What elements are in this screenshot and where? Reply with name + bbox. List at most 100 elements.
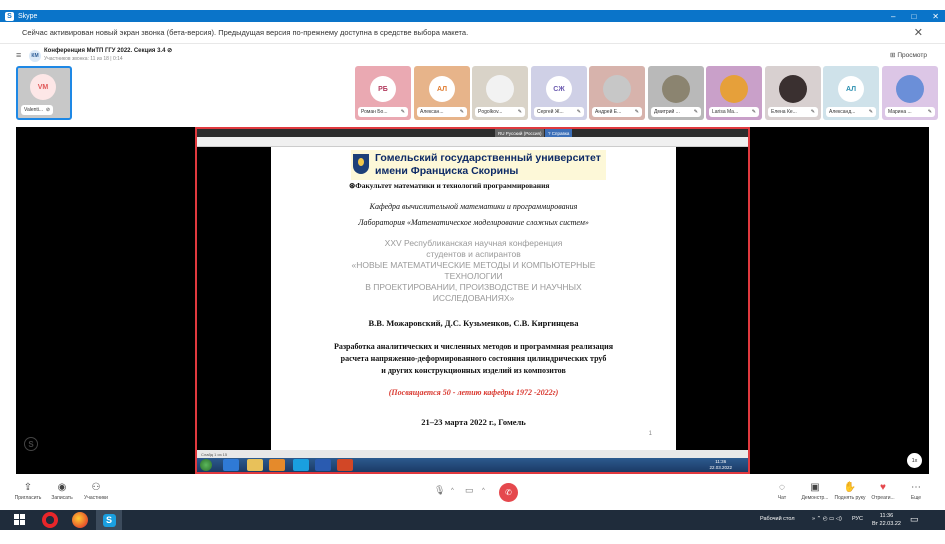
self-video-tile[interactable]: VM Valenti... ⊘ <box>16 66 72 120</box>
react-button[interactable]: ♥ Отреаги... <box>866 482 900 501</box>
close-window-button[interactable]: ✕ <box>932 12 939 21</box>
participant-name-label: Сергей Ж... ✎ <box>534 107 584 117</box>
participant-tile[interactable]: АЛ Александ... ✎ <box>823 66 879 120</box>
muted-icon: ⊘ <box>45 107 51 113</box>
more-icon: ⋯ <box>911 482 921 493</box>
skype-icon: S <box>102 513 116 527</box>
close-notification-button[interactable]: ✕ <box>914 26 923 39</box>
muted-mic-icon: ✎ <box>459 109 464 115</box>
faculty-name: ⊛Факультет математики и технологий прогр… <box>349 181 550 190</box>
skype-window: S Skype – □ ✕ Сейчас активирован новый э… <box>0 0 945 544</box>
participant-name-label: Larisa Ma... ✎ <box>709 107 759 117</box>
presentation-slide: Гомельский государственный университет и… <box>271 147 676 450</box>
participant-avatar: АЛ <box>429 76 455 102</box>
zoom-chip[interactable]: 1x <box>907 453 922 468</box>
participant-tile[interactable]: Андрей Е... ✎ <box>589 66 645 120</box>
windows-start-icon[interactable] <box>14 514 26 526</box>
mic-options-chevron-icon[interactable]: ^ <box>451 488 454 494</box>
university-banner: Гомельский государственный университет и… <box>351 150 606 180</box>
layout-view-button[interactable]: ⊞ Просмотр <box>890 51 927 59</box>
share-icon: ⇪ <box>23 482 33 493</box>
tray-icons[interactable]: » ⌃ ◴ ▭ ◁) <box>812 516 842 522</box>
remote-start-icon <box>200 459 212 471</box>
remote-status-bar: Слайд 1 из 15 <box>197 450 748 458</box>
more-button[interactable]: ⋯ Еще <box>906 482 926 501</box>
taskbar-skype-button[interactable]: S <box>96 510 122 530</box>
title-bar: S Skype – □ ✕ <box>0 10 945 22</box>
participant-name-label: Александ... ✎ <box>826 107 876 117</box>
invite-button[interactable]: ⇪ Пригласить <box>14 482 42 501</box>
participant-tile[interactable]: Дмитрий ... ✎ <box>648 66 704 120</box>
remote-clock: 11:36 22.03.2022 <box>709 459 732 470</box>
video-icon[interactable]: ▭ <box>465 485 474 496</box>
remote-word-icon <box>315 459 331 471</box>
remote-powerpoint-icon <box>337 459 353 471</box>
self-name-label: Valenti... ⊘ <box>21 105 54 115</box>
participant-tile[interactable]: Елена Ке... ✎ <box>765 66 821 120</box>
skype-watermark-icon: S <box>24 437 38 451</box>
hand-icon: ✋ <box>843 482 857 493</box>
raise-hand-button[interactable]: ✋ Поднять руку <box>832 482 868 501</box>
people-icon: ⚇ <box>91 482 101 493</box>
hangup-button[interactable]: ✆ <box>499 483 518 502</box>
participant-name-label: Pogolkov... ✎ <box>475 107 525 117</box>
participant-name-label: Роман Бо... ✎ <box>358 107 408 117</box>
skype-app-icon: S <box>5 11 14 21</box>
participant-photo <box>603 75 631 103</box>
firefox-icon[interactable] <box>72 512 88 528</box>
heart-icon: ♥ <box>880 482 886 493</box>
app-title: Skype <box>18 12 38 20</box>
participant-tile[interactable]: АЛ Алексан... ✎ <box>414 66 470 120</box>
taskbar-clock[interactable]: 11:36 Вт 22.03.22 <box>872 512 901 528</box>
screen-share-icon: ▣ <box>810 482 820 493</box>
remote-toolbar <box>197 137 748 147</box>
participant-avatar: СЖ <box>546 76 572 102</box>
remote-title-bar: RU Русский (Россия) ? Справка <box>197 129 748 137</box>
window-controls: – □ ✕ <box>891 10 939 22</box>
record-button[interactable]: ◉ Записать <box>50 482 74 501</box>
conference-title[interactable]: Конференция МиТП ГГУ 2022. Секция 3.4 ⊘ <box>44 47 172 54</box>
participant-name-label: Алексан... ✎ <box>417 107 467 117</box>
participant-tile[interactable]: СЖ Сергей Ж... ✎ <box>531 66 587 120</box>
laboratory-name: Лаборатория «Математическое моделировани… <box>358 218 589 227</box>
desktop-toolbar-label[interactable]: Рабочий стол <box>760 516 795 522</box>
conference-dates: 21–23 марта 2022 г., Гомель <box>421 417 526 427</box>
university-name-line1: Гомельский государственный университет <box>375 152 601 164</box>
participant-photo <box>779 75 807 103</box>
muted-mic-icon: ✎ <box>810 109 815 115</box>
notifications-icon[interactable]: ▭ <box>910 514 919 525</box>
opera-icon[interactable] <box>42 512 58 528</box>
shared-screen[interactable]: RU Русский (Россия) ? Справка Гомельский… <box>195 127 750 474</box>
muted-mic-icon: ✎ <box>400 109 405 115</box>
slide-page-number: 1 <box>648 431 652 437</box>
authors: В.В. Можаровский, Д.С. Кузьменков, С.В. … <box>368 318 579 328</box>
muted-mic-icon: ✎ <box>517 109 522 115</box>
participant-tile[interactable]: Pogolkov... ✎ <box>472 66 528 120</box>
participant-name-label: Андрей Е... ✎ <box>592 107 642 117</box>
muted-mic-icon: ✎ <box>868 109 873 115</box>
muted-mic-icon: ✎ <box>576 109 581 115</box>
chat-button[interactable]: ◌ Чат <box>770 482 794 501</box>
maximize-button[interactable]: □ <box>911 12 916 21</box>
share-screen-button[interactable]: ▣ Демонстр... <box>798 482 832 501</box>
video-options-chevron-icon[interactable]: ^ <box>482 488 485 494</box>
minimize-button[interactable]: – <box>891 12 895 21</box>
conference-avatar: КМ <box>29 50 41 62</box>
participant-photo <box>720 75 748 103</box>
participant-tile[interactable]: Марина ... ✎ <box>882 66 938 120</box>
notification-text: Сейчас активирован новый экран звонка (б… <box>22 28 469 37</box>
self-avatar: VM <box>30 74 56 100</box>
mic-icon[interactable]: 🎙 <box>434 485 445 496</box>
chat-icon: ◌ <box>779 482 785 493</box>
menu-icon[interactable]: ≡ <box>16 50 21 60</box>
participant-tile[interactable]: Larisa Ma... ✎ <box>706 66 762 120</box>
help-indicator: ? Справка <box>545 129 573 137</box>
participant-name-label: Марина ... ✎ <box>885 107 935 117</box>
beta-notification-bar: Сейчас активирован новый экран звонка (б… <box>0 22 945 44</box>
language-indicator-taskbar[interactable]: РУС <box>852 516 863 522</box>
remote-taskbar: 11:36 22.03.2022 <box>197 458 748 472</box>
conference-info: XXV Республиканская научная конференция … <box>351 238 596 303</box>
participant-tile[interactable]: РБ Роман Бо... ✎ <box>355 66 411 120</box>
participant-name-label: Елена Ке... ✎ <box>768 107 818 117</box>
participants-button[interactable]: ⚇ Участники <box>82 482 110 501</box>
